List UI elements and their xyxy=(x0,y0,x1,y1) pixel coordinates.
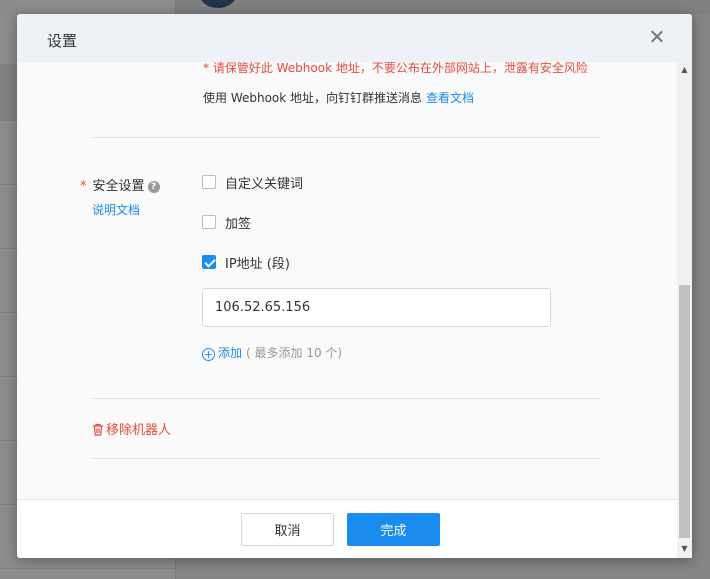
dialog-title: 设置 xyxy=(47,32,78,50)
divider xyxy=(92,137,601,138)
remove-robot-label: 移除机器人 xyxy=(106,423,172,438)
question-circle-icon[interactable]: ? xyxy=(147,181,160,193)
add-ip-button[interactable]: + 添加 xyxy=(202,346,243,361)
divider xyxy=(92,458,601,459)
trash-icon xyxy=(92,423,104,440)
add-ip-label: 添加 xyxy=(218,346,243,360)
divider xyxy=(92,398,601,399)
security-doc-link[interactable]: 说明文档 xyxy=(92,201,140,218)
ip-address-label: IP地址 (段) xyxy=(225,256,290,272)
sign-checkbox[interactable] xyxy=(202,215,216,229)
webhook-warning: * 请保管好此 Webhook 地址，不要公布在外部网站上，泄露有安全风险 xyxy=(203,61,588,75)
sign-label: 加签 xyxy=(225,216,252,232)
ip-address-input[interactable] xyxy=(202,288,551,327)
required-mark: * xyxy=(80,179,87,194)
cancel-button[interactable]: 取消 xyxy=(241,513,334,546)
add-ip-hint: ( 最多添加 10 个) xyxy=(246,346,343,360)
confirm-button[interactable]: 完成 xyxy=(347,513,440,546)
close-icon[interactable] xyxy=(648,28,666,46)
add-ip-row: + 添加( 最多添加 10 个) xyxy=(202,344,342,361)
remove-robot-button[interactable]: 移除机器人 xyxy=(92,419,171,440)
dialog-footer: 取消 完成 xyxy=(17,499,692,558)
plus-circle-icon: + xyxy=(202,348,215,361)
option-sign[interactable]: 加签 xyxy=(202,212,251,232)
scroll-down-arrow-icon[interactable]: ▼ xyxy=(677,540,692,558)
scroll-up-arrow-icon[interactable]: ▲ xyxy=(677,61,692,79)
webhook-description-text: 使用 Webhook 地址，向钉钉群推送消息 xyxy=(203,91,423,105)
security-label-text: 安全设置 xyxy=(92,179,145,194)
webhook-description: 使用 Webhook 地址，向钉钉群推送消息 查看文档 xyxy=(203,89,474,106)
custom-keyword-checkbox[interactable] xyxy=(202,175,216,189)
scrollbar-thumb[interactable] xyxy=(679,285,690,538)
dialog-header: 设置 xyxy=(17,14,692,62)
option-ip-address[interactable]: IP地址 (段) xyxy=(202,252,290,272)
custom-keyword-label: 自定义关键词 xyxy=(225,176,304,192)
ip-address-checkbox[interactable] xyxy=(202,255,216,269)
view-docs-link[interactable]: 查看文档 xyxy=(426,91,474,105)
settings-dialog: 设置 * 请保管好此 Webhook 地址，不要公布在外部网站上，泄露有安全风险… xyxy=(17,14,692,558)
option-custom-keyword[interactable]: 自定义关键词 xyxy=(202,172,303,192)
security-settings-label: * 安全设置? xyxy=(80,175,160,194)
